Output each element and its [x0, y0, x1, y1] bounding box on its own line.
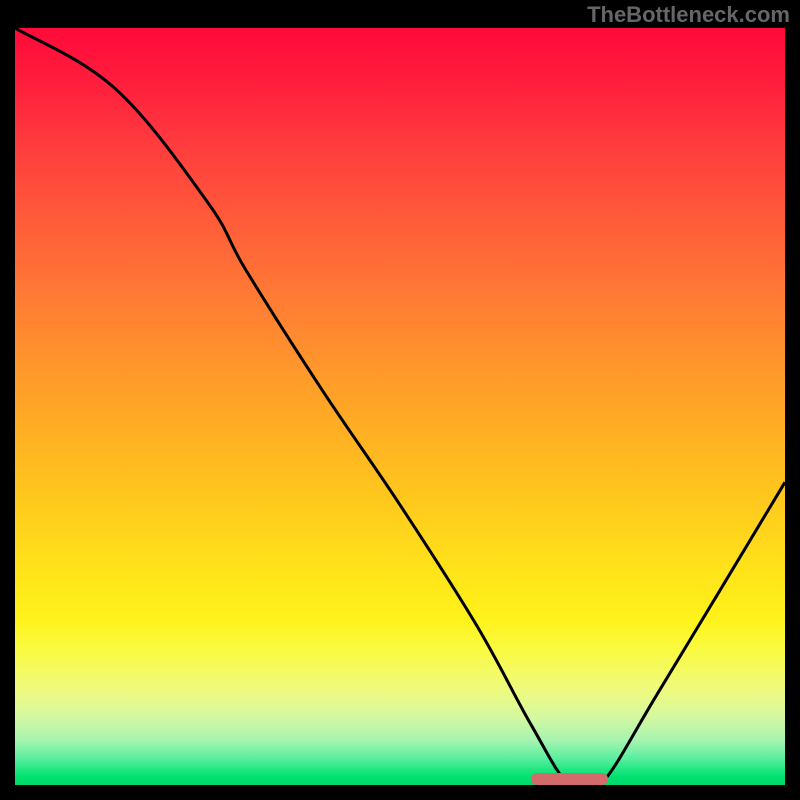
bottleneck-curve	[15, 28, 785, 785]
chart-frame: TheBottleneck.com	[0, 0, 800, 800]
optimum-marker	[531, 773, 608, 785]
plot-area	[15, 28, 785, 785]
watermark-text: TheBottleneck.com	[587, 2, 790, 28]
